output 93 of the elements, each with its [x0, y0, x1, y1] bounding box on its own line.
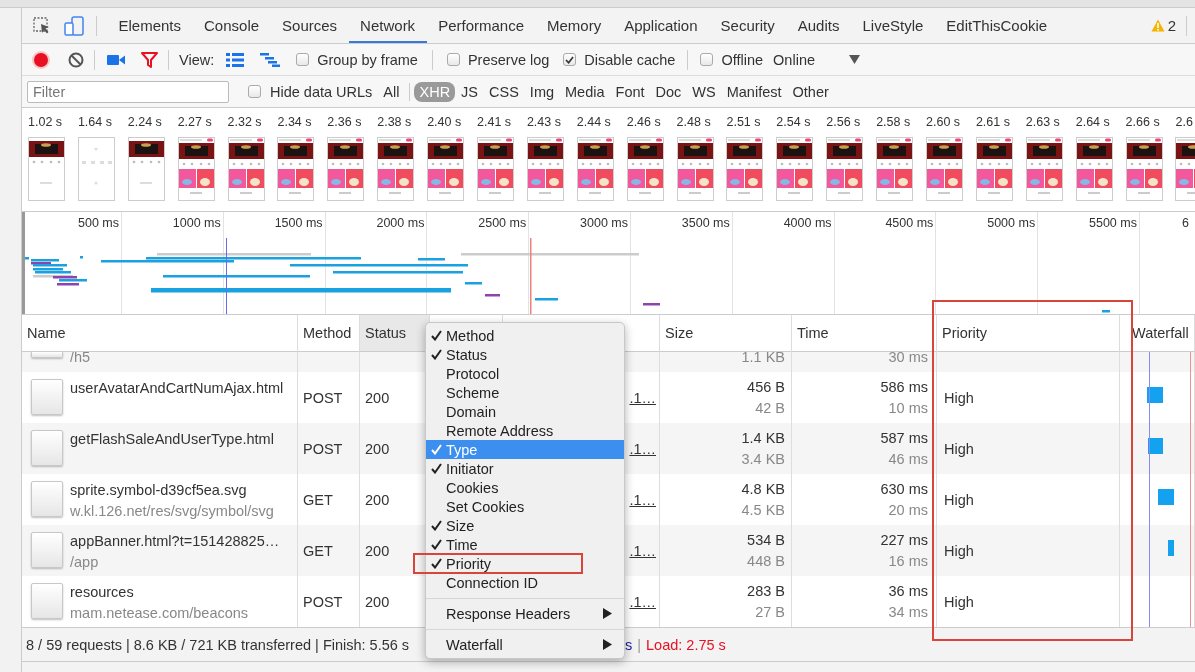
- frame-time: 2.24 s: [127, 115, 162, 129]
- frame-time: 2.56 s: [826, 115, 861, 129]
- frame-time: 2.61 s: [975, 115, 1010, 129]
- transferred-size: 1.4 KB: [741, 430, 785, 446]
- transferred-size: 283 B: [747, 583, 785, 599]
- latency-time: 46 ms: [888, 451, 928, 467]
- ruler-label: 5000 ms: [987, 216, 1036, 230]
- table-cell: POST: [303, 389, 343, 406]
- frame-time: 2.48 s: [676, 115, 711, 129]
- frame-time: 2.38 s: [377, 115, 412, 129]
- load-time: Load: 2.75 s: [646, 636, 726, 653]
- ruler-label: 1500 ms: [274, 216, 323, 230]
- frame-time: 1.64 s: [77, 115, 112, 129]
- total-time: 36 ms: [888, 583, 928, 599]
- table-cell: 200: [365, 440, 390, 457]
- frame-time: 2.27 s: [177, 115, 212, 129]
- frame-time: 2.60 s: [926, 115, 961, 129]
- transferred-size: 4.8 KB: [741, 481, 785, 497]
- table-cell: High: [944, 593, 974, 610]
- ruler-label: 2500 ms: [478, 216, 527, 230]
- table-cell: High: [944, 440, 974, 457]
- table-cell: 200: [365, 542, 390, 559]
- resource-size: 42 B: [755, 400, 785, 416]
- file-name: resources: [70, 584, 135, 600]
- ruler-label: 3000 ms: [580, 216, 628, 230]
- table-cell: POST: [303, 440, 343, 457]
- ruler-label: 1000 ms: [172, 216, 221, 230]
- latency-time: 30 ms: [888, 349, 928, 365]
- total-time: 630 ms: [880, 481, 928, 497]
- file-path: mam.netease.com/beacons: [70, 605, 249, 621]
- frame-time: 2.43 s: [526, 115, 561, 129]
- view-label: View:: [179, 51, 215, 68]
- ruler-label: 4000 ms: [783, 216, 832, 230]
- file-path: /app: [70, 554, 100, 570]
- frame-time: 2.46 s: [626, 115, 661, 129]
- resource-size: 3.4 KB: [741, 451, 785, 467]
- checkbox-label: Group by frame: [317, 51, 418, 68]
- frame-time: 2.66 s: [1125, 115, 1160, 129]
- frame-time: 2.34 s: [277, 115, 312, 129]
- checkbox-label: Offline: [721, 51, 764, 68]
- frame-time: 2.36 s: [327, 115, 362, 129]
- table-cell: GET: [303, 542, 333, 559]
- ruler-label: 6: [1181, 216, 1189, 230]
- resource-size: 4.5 KB: [741, 502, 785, 518]
- table-cell: GET: [303, 491, 333, 508]
- ruler-label: 3500 ms: [681, 216, 730, 230]
- total-time: 227 ms: [880, 532, 928, 548]
- table-cell: 200: [365, 389, 390, 406]
- ruler-label: 2000 ms: [376, 216, 425, 230]
- ruler-label: 5500 ms: [1089, 216, 1137, 230]
- status-separator: |: [637, 636, 642, 653]
- file-name: appBanner.html?t=151428825…: [70, 533, 280, 549]
- frame-time: 2.6: [1175, 115, 1193, 129]
- file-name: sprite.symbol-d39cf5ea.svg: [70, 482, 248, 498]
- frame-time: 2.41 s: [477, 115, 512, 129]
- frame-time: 2.58 s: [876, 115, 911, 129]
- ruler-label: 500 ms: [78, 216, 119, 230]
- table-cell: 200: [365, 593, 390, 610]
- resource-size: 27 B: [755, 604, 785, 620]
- latency-time: 16 ms: [888, 553, 928, 569]
- total-time: 587 ms: [880, 430, 928, 446]
- latency-time: 20 ms: [888, 502, 928, 518]
- table-cell: High: [944, 491, 974, 508]
- frame-time: 2.63 s: [1025, 115, 1060, 129]
- file-name: getFlashSaleAndUserType.html: [70, 431, 274, 447]
- warning-count: 2: [1167, 17, 1176, 34]
- frame-time: 2.32 s: [227, 115, 262, 129]
- table-cell: High: [944, 542, 974, 559]
- resource-size: 1.1 KB: [741, 349, 785, 365]
- frame-time: 2.44 s: [576, 115, 611, 129]
- transferred-size: 534 B: [747, 532, 785, 548]
- checkbox-label: Preserve log: [467, 51, 550, 68]
- checkbox-label: Disable cache: [584, 51, 676, 68]
- frame-time: 2.64 s: [1075, 115, 1110, 129]
- file-path: w.kl.126.net/res/svg/symbol/svg: [70, 503, 274, 519]
- frame-time: 2.40 s: [427, 115, 462, 129]
- table-cell: POST: [303, 593, 343, 610]
- frame-time: 2.54 s: [776, 115, 811, 129]
- frame-time: 1.02 s: [28, 115, 63, 129]
- dom-loaded-time: s: [625, 636, 633, 653]
- latency-time: 34 ms: [888, 604, 928, 620]
- frame-time: 2.51 s: [726, 115, 761, 129]
- table-cell: 200: [365, 491, 390, 508]
- checkbox-label: Hide data URLs: [270, 83, 373, 100]
- file-name: userAvatarAndCartNumAjax.html: [70, 380, 284, 396]
- ruler-label: 4500 ms: [885, 216, 934, 230]
- total-time: 586 ms: [880, 379, 928, 395]
- table-cell: High: [944, 389, 974, 406]
- latency-time: 10 ms: [888, 400, 928, 416]
- status-summary: 8 / 59 requests | 8.6 KB / 721 KB transferred | Finish: 5.56 s: [26, 636, 410, 653]
- transferred-size: 456 B: [747, 379, 785, 395]
- resource-size: 448 B: [747, 553, 785, 569]
- file-path: /h5: [70, 352, 91, 365]
